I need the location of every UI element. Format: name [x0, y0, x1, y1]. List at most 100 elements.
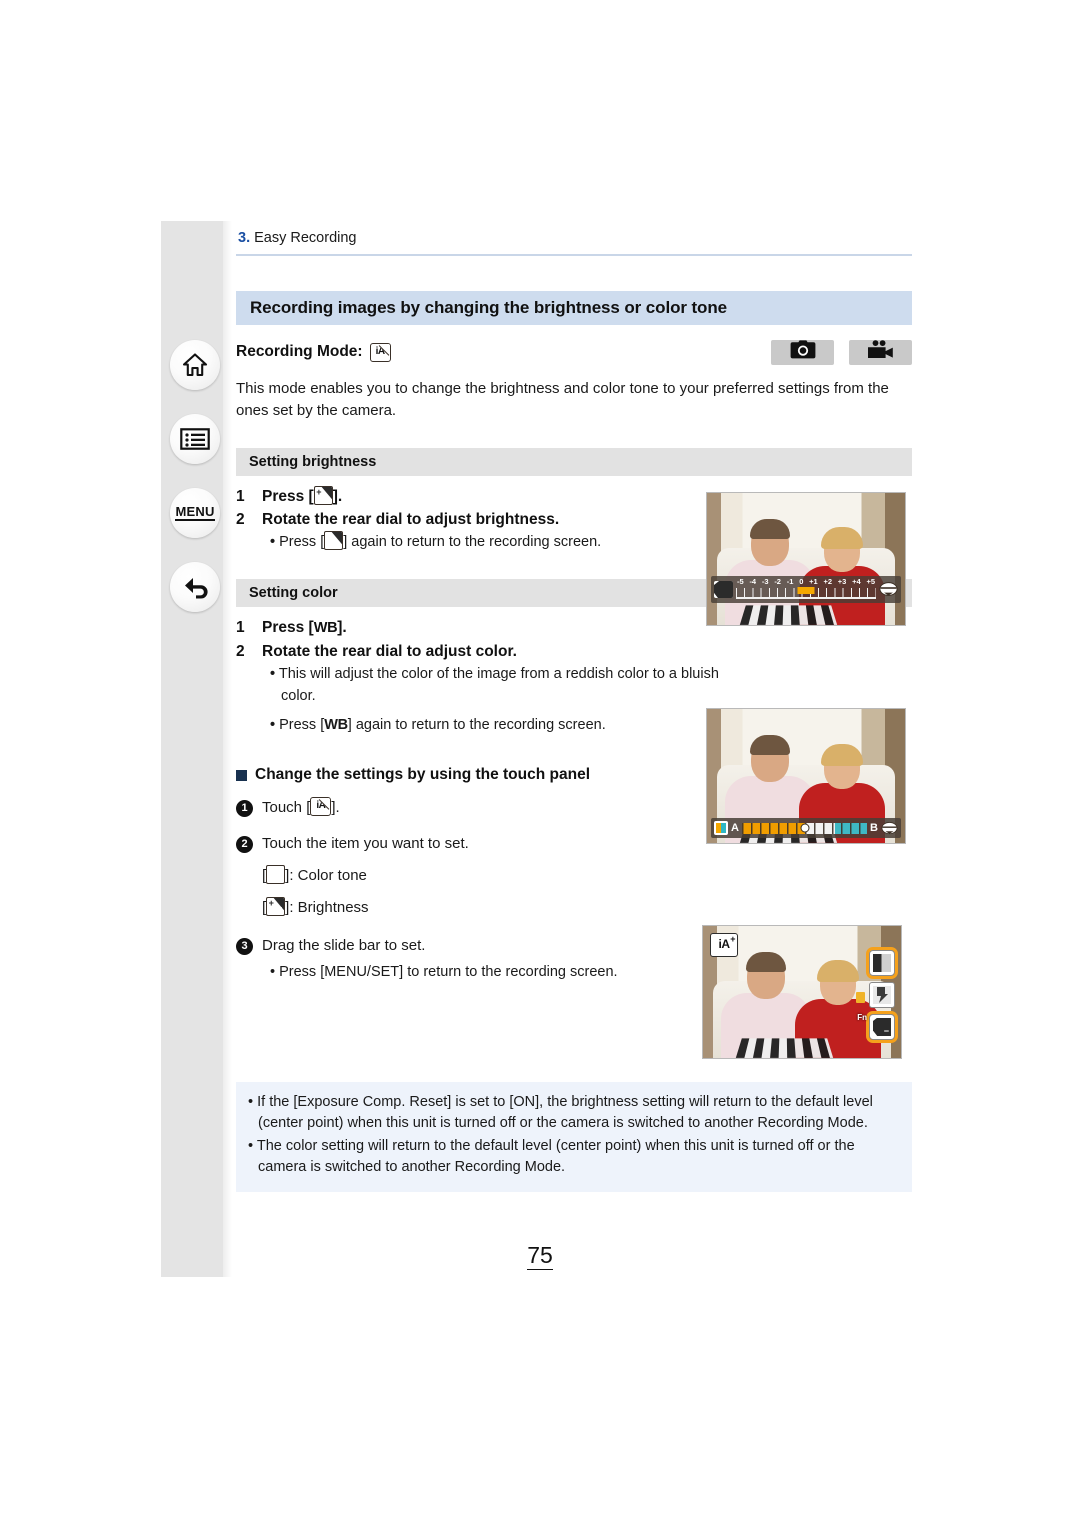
step-text: Touch the item you want to set. — [262, 835, 469, 852]
mode-badges — [771, 339, 912, 365]
menu-button[interactable]: MENU — [170, 488, 220, 538]
touch-panel-heading-text: Change the settings by using the touch p… — [255, 766, 590, 783]
note-text: The color setting will return to the def… — [256, 1138, 855, 1175]
section-header-brightness: Setting brightness — [236, 448, 912, 476]
scale-tick-label: -5 — [737, 577, 744, 586]
breadcrumb: 3. Easy Recording — [238, 228, 912, 248]
color-step-2: 2 Rotate the rear dial to adjust color. — [236, 640, 912, 663]
recording-mode-row: Recording Mode: iA + — [236, 339, 912, 365]
square-bullet-icon — [236, 769, 247, 781]
exposure-compensation-bar[interactable]: -5 -4 -3 -2 -1 0 +1 +2 +3 +4 +5 — [711, 576, 901, 603]
flash-touch-button[interactable] — [869, 982, 895, 1008]
brightness-icon — [714, 581, 733, 598]
recording-mode-label: Recording Mode: — [236, 343, 363, 360]
back-button[interactable] — [170, 562, 220, 612]
home-icon — [182, 352, 208, 378]
exposure-scale[interactable]: -5 -4 -3 -2 -1 0 +1 +2 +3 +4 +5 — [736, 577, 876, 602]
scale-tick-label: +2 — [823, 577, 833, 586]
step-text-prefix: Touch [ — [262, 799, 311, 816]
color-bullet-1: • This will adjust the color of the imag… — [270, 666, 719, 704]
step-text-suffix: ]. — [337, 619, 347, 636]
camera-icon — [790, 340, 816, 364]
header-rule — [236, 254, 912, 256]
wb-right-label: B — [870, 821, 878, 834]
exposure-marker[interactable] — [797, 587, 815, 594]
ia-plus-icon: iA + — [369, 342, 391, 362]
step-number-circle: 1 — [236, 800, 253, 817]
step-number: 2 — [236, 643, 245, 660]
step-text-prefix: Press [ — [262, 619, 314, 636]
step-number: 1 — [236, 619, 245, 636]
brightness-touch-button[interactable]: + − — [866, 1011, 898, 1043]
breadcrumb-chapter: 3. — [238, 230, 251, 246]
scale-tick-label: +1 — [809, 577, 818, 586]
scale-tick-label: +5 — [866, 577, 875, 586]
color-tone-icon — [266, 865, 286, 884]
scale-tick-label: +4 — [852, 577, 861, 586]
manual-page: MENU 3. Easy Recording Recording images … — [0, 0, 1080, 1526]
note-item: • The color setting will return to the d… — [248, 1138, 855, 1175]
screenshot-touch-panel: iA + + − Fn — [702, 925, 902, 1059]
page-number-text: 75 — [527, 1242, 553, 1270]
bullet-text: This will adjust the color of the image … — [278, 666, 719, 704]
wb-left-label: A — [731, 821, 739, 834]
page-title: Recording images by changing the brightn… — [236, 291, 912, 325]
white-balance-marker[interactable] — [800, 823, 809, 833]
touch-icon-column: + − — [866, 947, 898, 1043]
home-button[interactable] — [170, 340, 220, 390]
checkerboard-table — [739, 605, 837, 625]
note-text: If the [Exposure Comp. Reset] is set to … — [257, 1094, 873, 1131]
scale-tick-label: -3 — [761, 577, 769, 586]
step-text: Drag the slide bar to set. — [262, 937, 426, 954]
page-number: 75 — [0, 1242, 1080, 1270]
list-icon — [180, 428, 210, 450]
screenshot-exposure-compensation: -5 -4 -3 -2 -1 0 +1 +2 +3 +4 +5 — [706, 492, 906, 626]
scale-tick-label: -1 — [786, 577, 794, 586]
step-text-suffix: ]. — [332, 488, 343, 505]
bullet-prefix: Press [ — [279, 534, 325, 550]
white-balance-bar[interactable]: A B — [711, 818, 901, 838]
video-camera-icon — [867, 340, 894, 364]
screenshot-white-balance: A B — [706, 708, 906, 844]
fn-label: Fn — [857, 1013, 867, 1022]
white-balance-track[interactable] — [741, 822, 868, 834]
video-mode-badge — [849, 339, 912, 365]
note-item: • If the [Exposure Comp. Reset] is set t… — [248, 1094, 873, 1131]
navigation-buttons: MENU — [170, 340, 222, 636]
photo-mode-badge — [771, 339, 834, 365]
ia-badge-plus: + — [730, 934, 735, 944]
menu-label: MENU — [175, 504, 215, 522]
lock-indicator-icon — [856, 992, 865, 1003]
breadcrumb-title: Easy Recording — [254, 230, 357, 246]
navigation-rail-edge — [223, 221, 232, 1277]
brightness-icon: +− — [266, 897, 286, 916]
contents-button[interactable] — [170, 414, 220, 464]
step-number-circle: 2 — [236, 836, 253, 853]
rear-dial-icon — [881, 821, 898, 836]
bullet-suffix: ] again to return to the recording scree… — [347, 717, 606, 733]
exposure-scale-labels: -5 -4 -3 -2 -1 0 +1 +2 +3 +4 +5 — [736, 577, 876, 587]
legend-color-tone: []: Color tone — [262, 864, 912, 888]
legend-suffix: ]: Brightness — [285, 899, 369, 916]
scale-tick-label: -4 — [749, 577, 757, 586]
step-text: Rotate the rear dial to adjust color. — [262, 643, 517, 660]
step-number: 1 — [236, 488, 245, 505]
bullet-suffix: ] again to return to the recording scree… — [343, 534, 602, 550]
scale-tick-label: -2 — [774, 577, 781, 586]
scale-tick-label: 0 — [799, 577, 804, 586]
white-balance-icon: WB — [324, 717, 348, 733]
note-box: • If the [Exposure Comp. Reset] is set t… — [236, 1082, 912, 1192]
brightness-icon: +− — [324, 531, 344, 550]
brightness-icon: +− — [313, 486, 333, 505]
rear-dial-icon — [879, 581, 898, 598]
step-text: Touch [iA +]. — [262, 796, 340, 820]
bullet-text: Press [MENU/SET] to return to the record… — [279, 964, 618, 980]
ia-plus-mode-badge[interactable]: iA + — [710, 933, 738, 957]
back-arrow-icon — [181, 575, 209, 599]
ia-plus-icon: iA + — [310, 797, 332, 816]
color-tone-touch-button[interactable] — [866, 947, 898, 979]
step-text-prefix: Press [ — [262, 488, 314, 505]
intro-paragraph: This mode enables you to change the brig… — [236, 380, 889, 419]
scale-tick-label: +3 — [837, 577, 847, 586]
legend-brightness: [+ −]: Brightness — [262, 896, 912, 920]
